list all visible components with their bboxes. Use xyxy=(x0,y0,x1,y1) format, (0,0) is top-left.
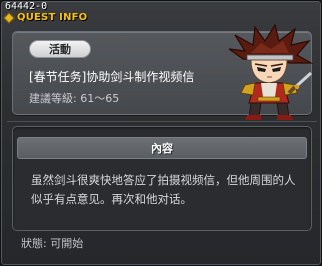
status-value: 可開始 xyxy=(50,237,84,250)
quest-diamond-icon xyxy=(3,11,15,24)
npc-sword xyxy=(287,71,313,95)
content-section-title: 內容 xyxy=(17,137,307,159)
window-title-bar[interactable]: QUEST INFO xyxy=(3,11,123,24)
npc-headband xyxy=(246,54,294,61)
category-tag: 活動 xyxy=(29,40,91,58)
npc-portrait-icon xyxy=(228,23,314,120)
quest-content-panel: 內容 虽然剑斗很爽快地答应了拍摄视频信，但他周围的人似乎有点意见。再次和他对话。 xyxy=(12,126,312,231)
quest-info-window: 64442-0 QUEST INFO 活動 [春节任务]协助剑斗制作视频信 建議… xyxy=(0,0,322,266)
window-title: QUEST INFO xyxy=(17,11,88,23)
section-divider xyxy=(7,121,317,122)
npc-body xyxy=(240,82,298,120)
level-range: 61～65 xyxy=(80,92,120,105)
level-label: 建議等級: xyxy=(29,92,77,105)
quest-status: 狀態: 可開始 xyxy=(21,237,83,250)
quest-name: [春节任务]协助剑斗制作视频信 xyxy=(29,70,195,84)
recommended-level: 建議等級: 61～65 xyxy=(29,92,119,105)
quest-description: 虽然剑斗很爽快地答应了拍摄视频信，但他周围的人似乎有点意见。再次和他对话。 xyxy=(31,173,296,206)
status-label: 狀態: xyxy=(21,237,47,250)
